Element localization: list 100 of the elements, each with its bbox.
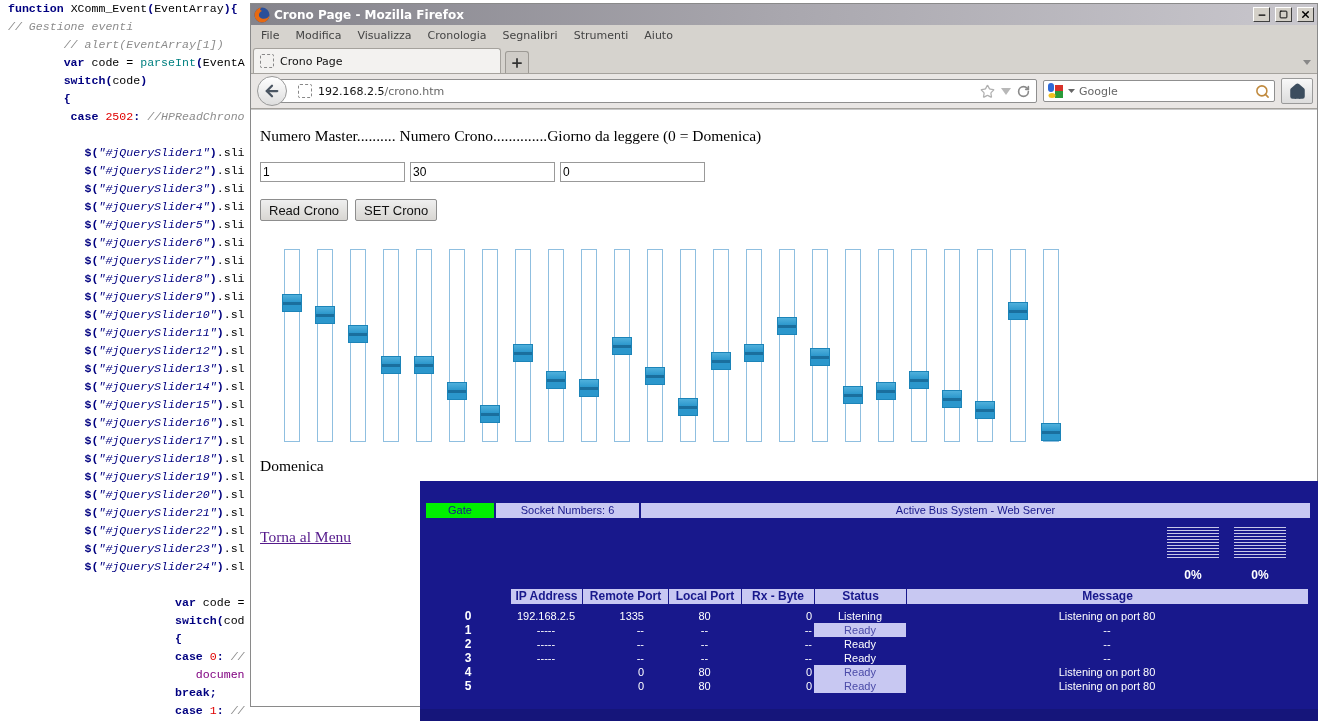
reload-icon[interactable] — [1017, 84, 1030, 98]
slider-handle[interactable] — [513, 344, 533, 363]
input-field[interactable]: 0 — [560, 162, 705, 182]
slider-handle[interactable] — [942, 389, 962, 408]
slider-track[interactable] — [779, 249, 795, 442]
action-button[interactable]: Read Crono — [260, 199, 349, 221]
slider-track[interactable] — [548, 249, 564, 442]
slider-track[interactable] — [812, 249, 828, 442]
slider-track[interactable] — [944, 249, 960, 442]
menu-item[interactable]: Strumenti — [567, 28, 635, 42]
slider-handle[interactable] — [579, 378, 599, 397]
server-title: Active Bus System - Web Server — [641, 503, 1310, 518]
slider-handle[interactable] — [777, 317, 797, 336]
slider-track[interactable] — [614, 249, 630, 442]
code-line: $("#jQuerySlider3").sli — [83, 181, 246, 197]
meter-reading: 0% — [1251, 568, 1269, 582]
slider-handle[interactable] — [711, 351, 731, 370]
slider-handle[interactable] — [348, 325, 368, 344]
slider-handle[interactable] — [678, 397, 698, 416]
slider-track[interactable] — [416, 249, 432, 442]
table-cell-text: -- — [1102, 623, 1112, 637]
menu-item[interactable]: Visualizza — [351, 28, 418, 42]
slider-handle[interactable] — [876, 382, 896, 401]
search-icon[interactable] — [1255, 83, 1270, 99]
code-line: $("#jQuerySlider1").sli — [83, 145, 246, 161]
slider-track[interactable] — [1010, 249, 1026, 442]
slider-track[interactable] — [878, 249, 894, 442]
table-cell-text: Listening on port 80 — [1057, 679, 1157, 693]
code-line: $("#jQuerySlider7").sli — [83, 253, 246, 269]
code-line: // alert(EventArray[1]) — [62, 37, 225, 53]
meter-drawing — [1167, 527, 1219, 558]
slider-track[interactable] — [911, 249, 927, 442]
menu-item[interactable]: Modifica — [289, 28, 348, 42]
google-icon[interactable] — [1048, 83, 1064, 99]
menu-item[interactable]: File — [255, 28, 286, 42]
slider-track[interactable] — [482, 249, 498, 442]
menu-item[interactable]: Aiuto — [638, 28, 679, 42]
minimize-button[interactable] — [1253, 7, 1270, 22]
status-cell: Ready — [814, 665, 906, 679]
table-cell-text: 0 — [636, 679, 645, 693]
table-cell-text: -- — [1102, 637, 1112, 651]
slider-track[interactable] — [647, 249, 663, 442]
browser-tab[interactable]: Crono Page — [253, 48, 501, 73]
slider-track[interactable] — [284, 249, 300, 442]
code-line: $("#jQuerySlider12").sl — [83, 343, 246, 359]
code-line: $("#jQuerySlider10").sl — [83, 307, 246, 323]
slider-track[interactable] — [317, 249, 333, 442]
slider-handle[interactable] — [315, 305, 335, 324]
url-host: 192.168.2.5 — [318, 84, 385, 98]
menu-item[interactable]: Cronologia — [421, 28, 493, 42]
slider-track[interactable] — [713, 249, 729, 442]
slider-handle[interactable] — [612, 336, 632, 355]
slider-handle[interactable] — [645, 367, 665, 386]
table-cell-text: -- — [699, 651, 710, 665]
menu-link[interactable]: Torna al Menu — [260, 528, 352, 546]
slider-track[interactable] — [581, 249, 597, 442]
maximize-button[interactable] — [1275, 7, 1292, 22]
slider-handle[interactable] — [909, 370, 929, 389]
slider-track[interactable] — [350, 249, 366, 442]
slider-handle[interactable] — [810, 347, 830, 366]
code-line: case 2502: //HPReadChrono — [69, 109, 246, 125]
slider-track[interactable] — [515, 249, 531, 442]
code-line: $("#jQuerySlider8").sli — [83, 271, 246, 287]
slider-handle[interactable] — [447, 382, 467, 401]
row-index: 0 — [463, 609, 473, 623]
slider-handle[interactable] — [480, 405, 500, 424]
home-button[interactable] — [1281, 78, 1313, 104]
table-cell-text: 0 — [804, 665, 813, 679]
back-button[interactable] — [257, 76, 287, 106]
new-tab-button[interactable] — [505, 51, 529, 73]
slider-handle[interactable] — [381, 355, 401, 374]
close-icon — [1300, 9, 1311, 20]
input-field[interactable]: 1 — [260, 162, 405, 182]
slider-handle[interactable] — [843, 386, 863, 405]
slider-handle[interactable] — [975, 401, 995, 420]
slider-track[interactable] — [1043, 249, 1059, 442]
slider-handle[interactable] — [1008, 302, 1028, 321]
slider-track[interactable] — [845, 249, 861, 442]
code-line: var code = — [173, 595, 246, 611]
menu-item[interactable]: Segnalibri — [496, 28, 564, 42]
slider-handle[interactable] — [282, 294, 302, 313]
search-field[interactable]: Google — [1043, 80, 1275, 102]
table-cell-text: -- — [699, 623, 710, 637]
slider-track[interactable] — [449, 249, 465, 442]
row-index: 2 — [463, 637, 473, 651]
slider-handle[interactable] — [546, 370, 566, 389]
slider-handle[interactable] — [744, 344, 764, 363]
slider-track[interactable] — [680, 249, 696, 442]
action-button[interactable]: SET Crono — [355, 199, 438, 221]
address-field[interactable]: 192.168.2.5/crono.htm — [279, 79, 1037, 103]
slider-handle[interactable] — [1041, 423, 1061, 441]
slider-track[interactable] — [383, 249, 399, 442]
input-field[interactable]: 30 — [410, 162, 555, 182]
slider-handle[interactable] — [414, 355, 434, 374]
star-icon[interactable] — [980, 83, 995, 99]
table-cell-text: 0 — [636, 665, 645, 679]
slider-track[interactable] — [746, 249, 762, 442]
caret-icon[interactable] — [1068, 89, 1075, 93]
close-button[interactable] — [1297, 7, 1314, 22]
slider-track[interactable] — [977, 249, 993, 442]
